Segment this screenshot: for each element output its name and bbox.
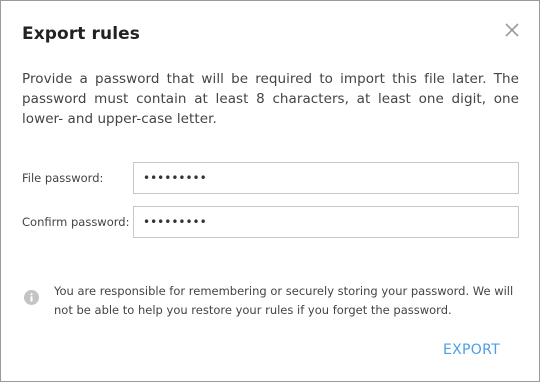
file-password-field[interactable] [133, 162, 519, 194]
dialog-title: Export rules [22, 24, 141, 44]
export-rules-dialog: Export rules Provide a password that wil… [0, 0, 540, 382]
close-icon [502, 20, 522, 40]
password-notice: You are responsible for remembering or s… [54, 284, 514, 317]
confirm-password-field[interactable] [133, 206, 519, 238]
dialog-description: Provide a password that will be required… [22, 71, 519, 127]
confirm-password-label: Confirm password: [22, 215, 130, 229]
info-icon [24, 290, 39, 305]
export-button[interactable]: EXPORT [437, 338, 506, 362]
close-button[interactable] [502, 20, 522, 40]
file-password-label: File password: [22, 171, 104, 185]
